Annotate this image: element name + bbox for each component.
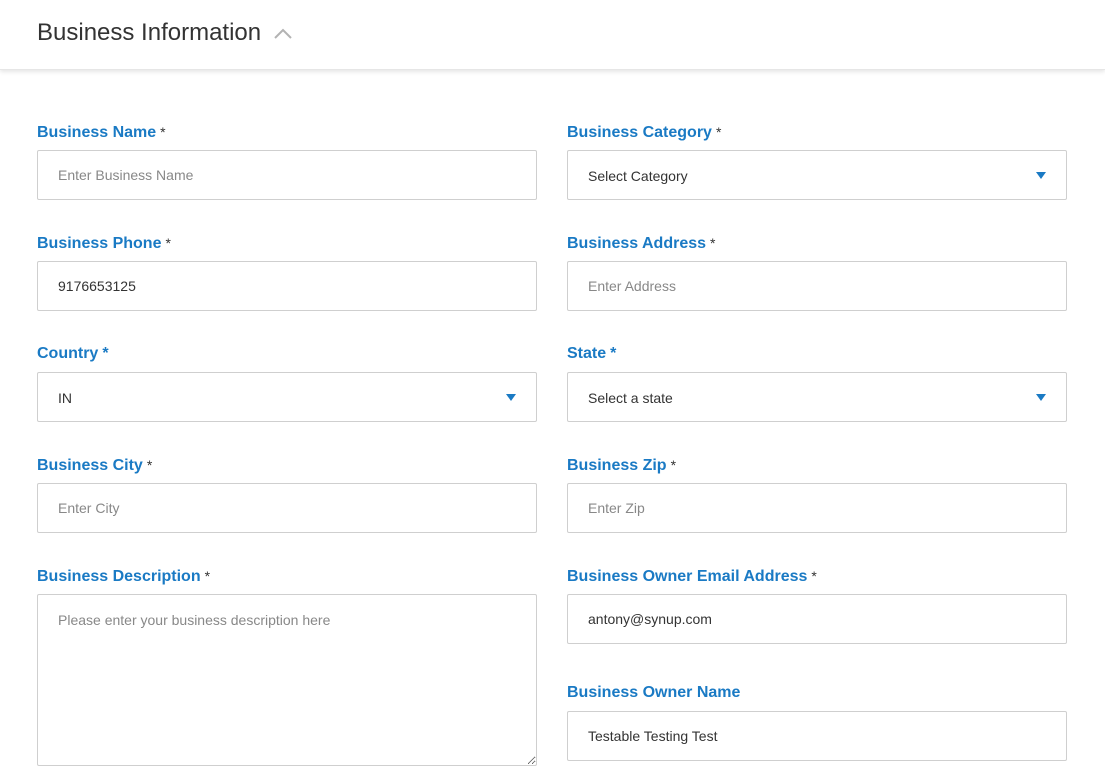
country-select[interactable]: IN	[37, 372, 537, 422]
owner-name-label: Business Owner Name	[567, 684, 741, 701]
business-description-textarea[interactable]	[37, 594, 537, 766]
business-name-label: Business Name *	[37, 124, 166, 141]
state-label: State *	[567, 345, 617, 362]
state-select[interactable]: Select a state	[567, 372, 1067, 422]
business-phone-label: Business Phone *	[37, 235, 171, 252]
business-category-label: Business Category *	[567, 124, 722, 141]
state-value: Select a state	[588, 390, 673, 406]
business-zip-input[interactable]	[567, 483, 1067, 533]
business-description-label: Business Description *	[37, 568, 211, 585]
business-city-input[interactable]	[37, 483, 537, 533]
caret-down-icon	[1036, 394, 1046, 401]
business-address-input[interactable]	[567, 261, 1067, 311]
business-zip-label: Business Zip *	[567, 457, 677, 474]
business-address-label: Business Address *	[567, 235, 716, 252]
section-title: Business Information	[37, 19, 262, 46]
owner-name-input[interactable]	[567, 711, 1067, 761]
business-category-value: Select Category	[588, 168, 688, 184]
country-label: Country *	[37, 345, 109, 362]
business-phone-input[interactable]	[37, 261, 537, 311]
owner-email-label: Business Owner Email Address *	[567, 568, 817, 585]
caret-down-icon	[1036, 172, 1046, 179]
business-category-select[interactable]: Select Category	[567, 150, 1067, 200]
section-header: Business Information	[0, 0, 1105, 70]
chevron-up-icon[interactable]	[273, 26, 293, 40]
country-value: IN	[58, 390, 72, 406]
owner-email-input[interactable]	[567, 594, 1067, 644]
caret-down-icon	[506, 394, 516, 401]
business-name-input[interactable]	[37, 150, 537, 200]
business-city-label: Business City *	[37, 457, 153, 474]
